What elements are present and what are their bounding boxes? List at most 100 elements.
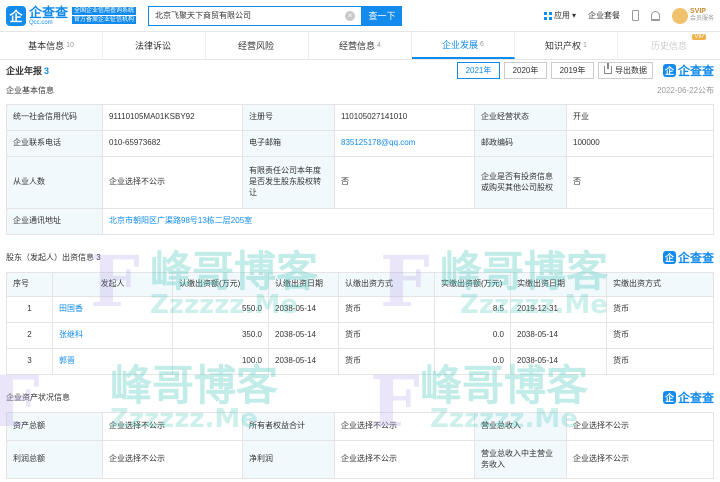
top-header: 企 企查查 Qcc.com 全国企业信用查询系统 官方备案企业征信机构 北京飞聚… xyxy=(0,0,720,32)
paid-date: 2038-05-14 xyxy=(510,348,607,375)
table-row: 企业通讯地址 北京市朝阳区广渠路98号13栋二层205室 xyxy=(6,208,714,235)
clear-icon[interactable]: × xyxy=(345,10,356,21)
app-menu[interactable]: 应用 ▾ xyxy=(543,10,576,21)
net-profit-label: 净利润 xyxy=(242,440,335,479)
logo-icon: 企 xyxy=(662,63,676,77)
qcc-brand: 企企查查 xyxy=(662,250,714,265)
export-button[interactable]: 导出数据 xyxy=(597,61,653,79)
tab-legal[interactable]: 法律诉讼 xyxy=(103,32,206,59)
year-2019-button[interactable]: 2019年 xyxy=(550,61,594,79)
table-row: 3 郭晋 100.0 2038-05-14 货币 0.0 2038-05-14 … xyxy=(6,348,714,375)
table-header-row: 序号 发起人 认缴出资额(万元) 认缴出资日期 认缴出资方式 实缴出资额(万元)… xyxy=(6,272,714,297)
phone-icon[interactable] xyxy=(631,10,639,21)
published-date: 2022-06-22公布 xyxy=(657,85,714,95)
paid-amount: 8.5 xyxy=(434,296,511,323)
paid-method: 货币 xyxy=(606,322,714,349)
postcode-value: 100000 xyxy=(566,130,714,157)
search-button[interactable]: 查一下 xyxy=(362,5,403,26)
row-index: 1 xyxy=(6,296,53,323)
grid-icon xyxy=(543,11,552,20)
table-row: 从业人数 企业选择不公示 有限责任公司本年度是否发生股东股权转让 否 企业是否有… xyxy=(6,156,714,209)
main-revenue-value: 企业选择不公示 xyxy=(566,440,714,479)
enterprise-suite-link[interactable]: 企业套餐 xyxy=(588,10,620,21)
col-shareholder: 发起人 xyxy=(52,272,173,297)
logo-icon: 企 xyxy=(6,5,26,26)
year-2020-button[interactable]: 2020年 xyxy=(503,61,547,79)
subscribed-date: 2038-05-14 xyxy=(268,322,339,349)
contributions-head: 股东（发起人）出资信息 3 企企查查 xyxy=(0,248,720,266)
subscribed-method: 货币 xyxy=(338,348,435,375)
table-row: 企业联系电话 010-65973682 电子邮箱 835125178@qq.co… xyxy=(6,130,714,157)
subscribed-method: 货币 xyxy=(338,296,435,323)
tab-basic-info[interactable]: 基本信息 10 xyxy=(0,32,103,59)
postcode-label: 邮政编码 xyxy=(474,130,567,157)
slogan: 全国企业信用查询系统 官方备案企业征信机构 xyxy=(72,7,137,24)
email-label: 电子邮箱 xyxy=(242,130,335,157)
revenue-label: 营业总收入 xyxy=(474,412,567,441)
row-index: 3 xyxy=(6,348,53,375)
subscribed-amount: 100.0 xyxy=(172,348,269,375)
shareholder-link[interactable]: 田国香 xyxy=(52,296,173,323)
subscribed-date: 2038-05-14 xyxy=(268,348,339,375)
vip-badge[interactable]: SVIP 会员服务 xyxy=(671,7,714,24)
basic-info-head: 企业基本信息 2022-06-22公布 xyxy=(0,82,720,98)
subscribed-amount: 350.0 xyxy=(172,322,269,349)
tab-operation[interactable]: 经营信息 4 xyxy=(309,32,412,59)
avatar[interactable] xyxy=(671,7,688,24)
equity-label: 所有者权益合计 xyxy=(242,412,335,441)
logo-icon: 企 xyxy=(662,250,676,264)
annual-report-head: 企业年报 3 2021年 2020年 2019年 导出数据 企企查查 xyxy=(0,60,720,80)
paid-method: 货币 xyxy=(606,348,714,375)
net-profit-value: 企业选择不公示 xyxy=(334,440,475,479)
address-label: 企业通讯地址 xyxy=(6,208,103,235)
subscribed-amount: 550.0 xyxy=(172,296,269,323)
col-subscribed-amount: 认缴出资额(万元) xyxy=(172,272,269,297)
email-link[interactable]: 835125178@qq.com xyxy=(334,130,475,157)
main-tabs: 基本信息 10 法律诉讼 经营风险 经营信息 4 企业发展 6 知识产权 1 历史信息 V… xyxy=(0,32,720,60)
slogan-line2: 官方备案企业征信机构 xyxy=(72,16,137,24)
qcc-logo[interactable]: 企 企查查 Qcc.com xyxy=(6,4,69,26)
search-bar: 北京飞聚天下商贸有限公司 × 查一下 xyxy=(148,5,403,26)
shareholder-link[interactable]: 郭晋 xyxy=(52,348,173,375)
logo-name: 企查查 xyxy=(29,4,69,20)
chevron-down-icon: ▾ xyxy=(571,11,576,20)
qcc-brand: 企企查查 xyxy=(662,63,714,78)
col-subscribed-date: 认缴出资日期 xyxy=(268,272,339,297)
tab-development[interactable]: 企业发展 6 xyxy=(412,32,515,59)
col-paid-method: 实缴出资方式 xyxy=(606,272,714,297)
shareholder-link[interactable]: 张继科 xyxy=(52,322,173,349)
annual-report-title: 企业年报 3 xyxy=(6,65,50,76)
paid-amount: 0.0 xyxy=(434,322,511,349)
col-paid-date: 实缴出资日期 xyxy=(510,272,607,297)
tab-history[interactable]: 历史信息 VIP xyxy=(618,32,720,59)
basic-info-title: 企业基本信息 xyxy=(6,85,54,95)
year-2021-button[interactable]: 2021年 xyxy=(456,61,500,79)
status-label: 企业经营状态 xyxy=(474,104,567,131)
equity-transfer-label: 有限责任公司本年度是否发生股东股权转让 xyxy=(242,156,335,209)
total-assets-value: 企业选择不公示 xyxy=(102,412,243,441)
total-assets-label: 资产总额 xyxy=(6,412,103,441)
paid-method: 货币 xyxy=(606,296,714,323)
search-input[interactable]: 北京飞聚天下商贸有限公司 × xyxy=(148,5,363,26)
assets-head: 企业资产状况信息 企企查查 xyxy=(0,388,720,406)
app-label: 应用 xyxy=(553,11,570,20)
table-row: 资产总额 企业选择不公示 所有者权益合计 企业选择不公示 营业总收入 企业选择不… xyxy=(6,412,714,441)
tab-ip[interactable]: 知识产权 1 xyxy=(515,32,618,59)
investment-label: 企业是否有投资信息或购买其他公司股权 xyxy=(474,156,567,209)
assets-table: 资产总额 企业选择不公示 所有者权益合计 企业选择不公示 营业总收入 企业选择不… xyxy=(6,412,714,479)
annual-report-table: 统一社会信用代码 91110105MA01KSBY92 注册号 11010502… xyxy=(6,104,714,235)
bell-icon[interactable] xyxy=(650,10,660,21)
phone-value: 010-65973682 xyxy=(102,130,243,157)
tab-risk[interactable]: 经营风险 xyxy=(206,32,309,59)
address-link[interactable]: 北京市朝阳区广渠路98号13栋二层205室 xyxy=(102,208,714,235)
reg-no-value: 110105027141010 xyxy=(334,104,475,131)
paid-amount: 0.0 xyxy=(434,348,511,375)
logo-domain: Qcc.com xyxy=(29,19,53,26)
col-index: 序号 xyxy=(6,272,53,297)
total-profit-value: 企业选择不公示 xyxy=(102,440,243,479)
logo-icon: 企 xyxy=(662,390,676,404)
revenue-value: 企业选择不公示 xyxy=(566,412,714,441)
employees-value: 企业选择不公示 xyxy=(102,156,243,209)
export-icon xyxy=(603,63,612,74)
equity-value: 企业选择不公示 xyxy=(334,412,475,441)
